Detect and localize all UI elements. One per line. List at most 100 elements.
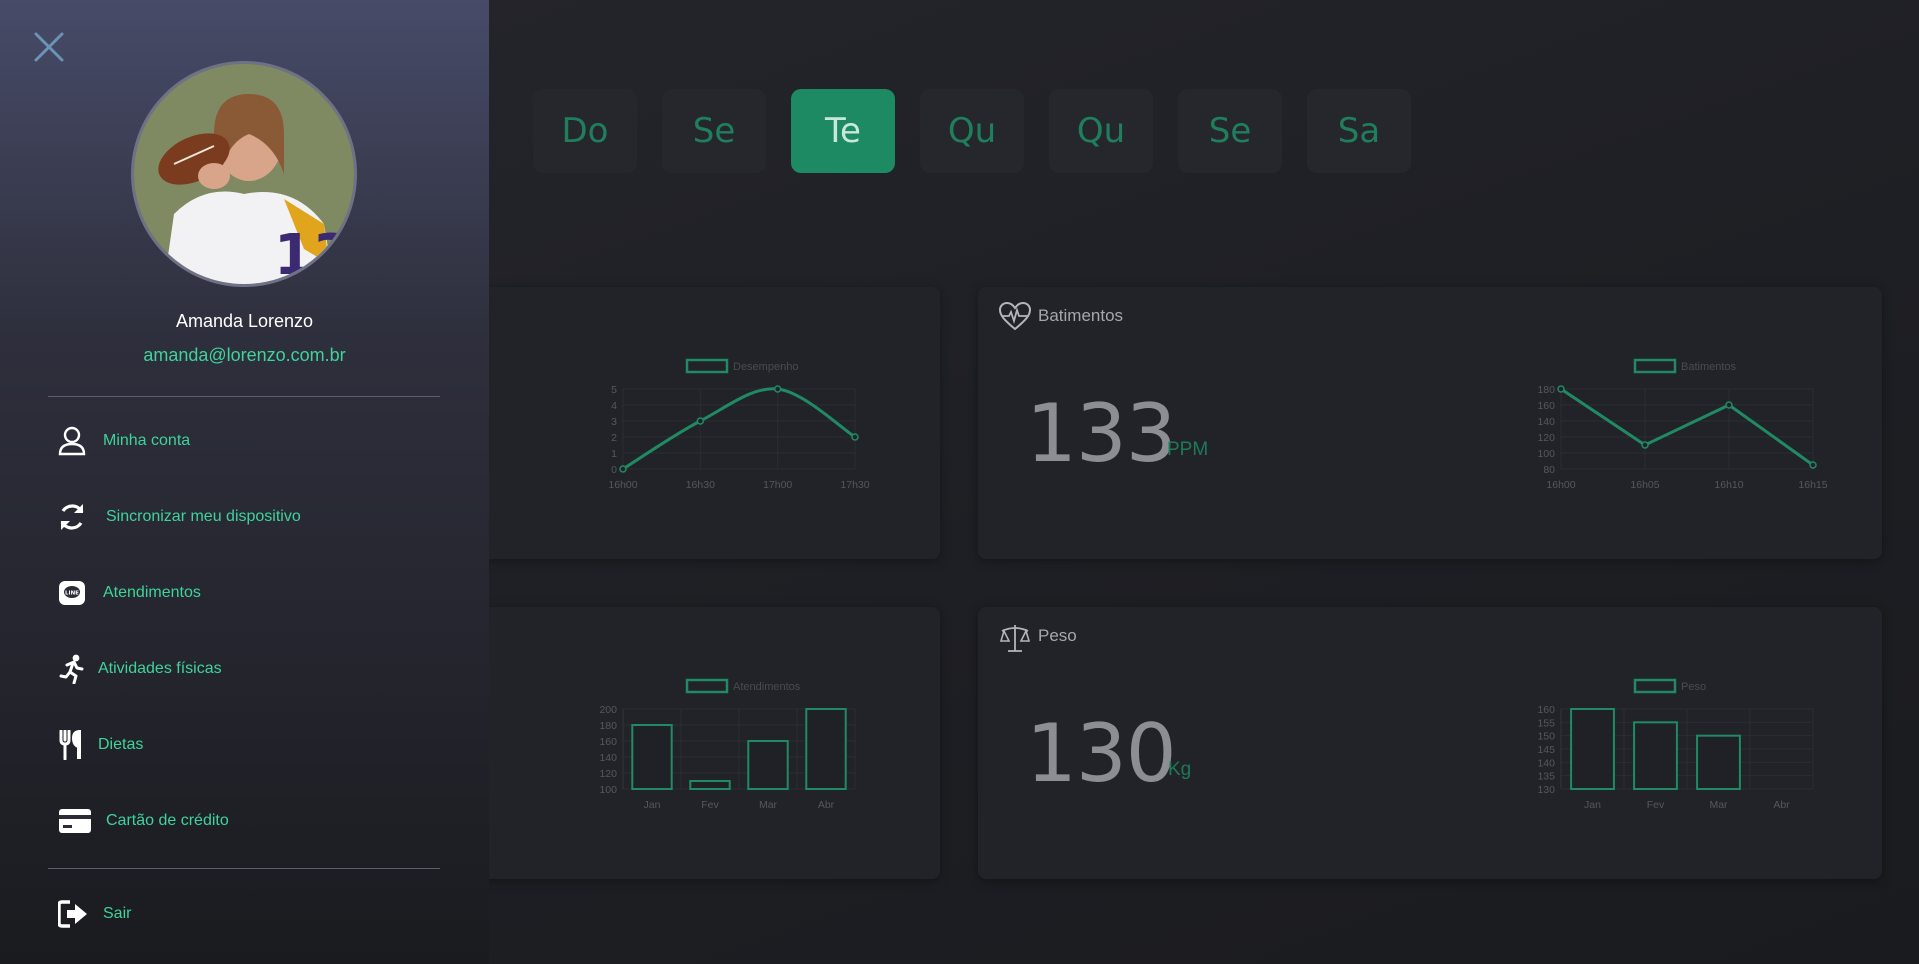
x-tick-label: 16h05 [1630, 479, 1659, 491]
x-tick-label: 16h00 [1546, 479, 1575, 491]
batimentos-card: Batimentos 133 PPM Batimentos 80 100 120 140… [978, 287, 1882, 559]
y-tick-label: 0 [611, 464, 617, 476]
y-tick-label: 100 [599, 784, 617, 796]
heartbeat-icon [998, 301, 1032, 331]
data-point [773, 385, 782, 393]
x-tick-label: Jan [644, 799, 661, 811]
x-tick-label: 16h00 [608, 479, 637, 491]
day-button[interactable]: Qu [920, 89, 1024, 173]
weekday-selector: Do Se Te Qu Qu Se Sa [533, 89, 1413, 173]
batimentos-value: 133 [1026, 387, 1177, 480]
x-tick-label: 17h00 [763, 479, 792, 491]
utensils-icon [59, 730, 81, 760]
menu-item-sincronizar[interactable]: Sincronizar meu dispositivo [58, 498, 438, 538]
legend-label: Desempenho [733, 361, 798, 373]
data-point [1557, 385, 1565, 393]
data-point [851, 433, 859, 441]
sign-out-icon [58, 900, 87, 928]
x-tick-label: Jan [1584, 799, 1601, 811]
legend-label: Batimentos [1681, 361, 1737, 373]
legend-swatch [1633, 358, 1677, 374]
x-tick-label: Abr [818, 799, 835, 811]
day-button[interactable]: Do [533, 89, 637, 173]
sync-icon [60, 504, 84, 530]
y-tick-label: 130 [1537, 784, 1555, 796]
y-tick-label: 160 [1537, 400, 1555, 412]
x-tick-label: 16h10 [1714, 479, 1743, 491]
x-tick-label: Fev [1647, 799, 1665, 811]
desempenho-chart: Desempenho 0 1 2 3 4 5 16h00 16h30 17h00 17h30 [608, 358, 870, 491]
day-button-active[interactable]: Te [791, 89, 895, 173]
y-tick-label: 100 [1537, 448, 1555, 460]
bar [1570, 708, 1615, 790]
y-tick-label: 135 [1537, 771, 1555, 783]
y-tick-label: 140 [1537, 757, 1555, 769]
x-tick-label: 16h30 [686, 479, 715, 491]
x-tick-label: Abr [1773, 799, 1790, 811]
y-tick-label: 180 [1537, 384, 1555, 396]
day-button[interactable]: Qu [1049, 89, 1153, 173]
y-tick-label: 120 [599, 768, 617, 780]
menu-item-dietas[interactable]: Dietas [58, 726, 438, 766]
y-tick-label: 160 [599, 736, 617, 748]
peso-chart: Peso 130135 140145150 155160 Jan Fev Mar Abr [1537, 678, 1814, 811]
y-tick-label: 5 [611, 384, 617, 396]
running-icon [59, 654, 84, 684]
menu-item-label: Minha conta [103, 432, 191, 449]
menu-item-label: Atividades físicas [98, 660, 222, 677]
y-tick-label: 150 [1537, 731, 1555, 743]
bar [1696, 734, 1741, 790]
data-point [1725, 401, 1733, 409]
peso-title: Peso [1038, 626, 1077, 645]
data-point [1809, 461, 1817, 469]
legend-label: Peso [1681, 681, 1706, 693]
y-tick-label: 3 [611, 416, 617, 428]
divider [48, 396, 440, 397]
y-tick-label: 140 [599, 752, 617, 764]
y-tick-label: 1 [611, 448, 617, 460]
menu-item-atendimentos[interactable]: LINE Atendimentos [58, 574, 438, 614]
avatar: 13 [131, 61, 357, 287]
menu-item-label: Sincronizar meu dispositivo [106, 508, 301, 525]
svg-text:13: 13 [274, 223, 352, 284]
atendimentos-chart: Atendimentos 100 120 140 160 180 200 Jan Fev Mar A… [599, 678, 856, 811]
menu-item-atividades[interactable]: Atividades físicas [58, 650, 438, 690]
legend-swatch [685, 678, 729, 694]
y-tick-label: 160 [1537, 704, 1555, 716]
series-line [622, 387, 856, 471]
menu-item-cartao[interactable]: Cartão de crédito [58, 802, 438, 842]
day-button[interactable]: Se [662, 89, 766, 173]
legend-swatch [1633, 678, 1677, 694]
credit-card-icon [59, 809, 91, 833]
y-tick-label: 145 [1537, 744, 1555, 756]
y-tick-label: 180 [599, 720, 617, 732]
x-tick-label: Mar [1709, 799, 1728, 811]
y-tick-label: 80 [1543, 464, 1555, 476]
menu-item-label: Sair [103, 905, 132, 922]
peso-unit: Kg [1168, 759, 1192, 780]
y-tick-label: 140 [1537, 416, 1555, 428]
batimentos-chart: Batimentos 80 100 120 140 160 180 16h00 16h05 16h… [1537, 358, 1828, 491]
divider [48, 868, 440, 869]
chat-icon: LINE [59, 581, 85, 605]
menu-item-label: Dietas [98, 736, 144, 753]
close-icon[interactable] [33, 31, 65, 63]
batimentos-title: Batimentos [1038, 306, 1124, 325]
side-menu: 13 Amanda Lorenzo amanda@lorenzo.com.br … [0, 0, 489, 964]
batimentos-unit: PPM [1167, 439, 1209, 460]
data-point [1641, 441, 1649, 449]
y-tick-label: 155 [1537, 717, 1555, 729]
day-button[interactable]: Se [1178, 89, 1282, 173]
menu-item-minha-conta[interactable]: Minha conta [58, 422, 438, 462]
logout-button[interactable]: Sair [58, 895, 438, 935]
legend-label: Atendimentos [733, 681, 801, 693]
legend-swatch [685, 358, 729, 374]
user-icon [58, 426, 86, 456]
peso-card: Peso 130 Kg Peso 130 135 140 145 150 155 160 Jan… [978, 607, 1882, 879]
scale-icon [999, 625, 1031, 652]
menu-item-label: Atendimentos [103, 584, 201, 601]
bar [631, 724, 673, 790]
bar [689, 780, 731, 790]
day-button[interactable]: Sa [1307, 89, 1411, 173]
x-tick-label: Mar [759, 799, 778, 811]
